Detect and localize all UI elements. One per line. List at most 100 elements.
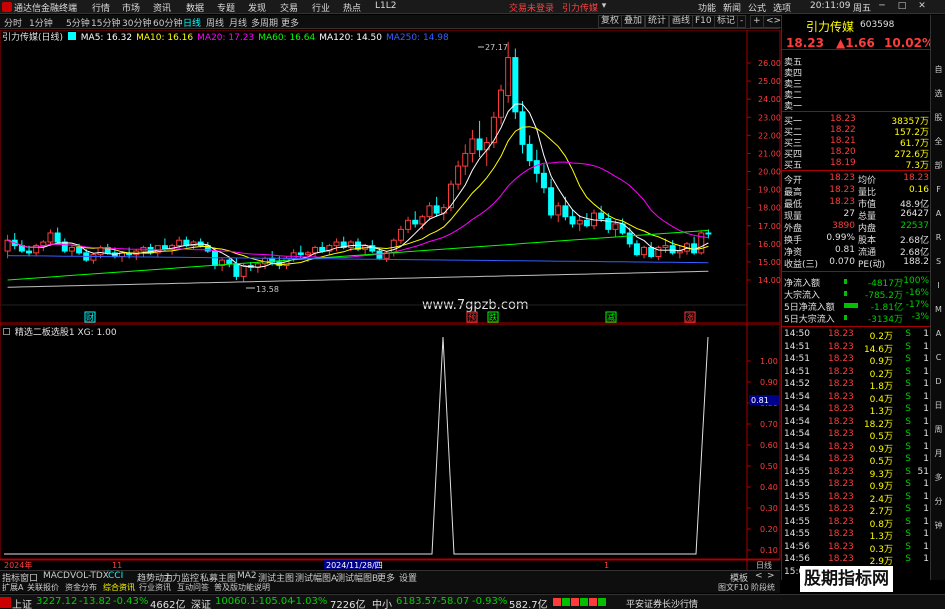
minimize-icon[interactable]: ─ bbox=[876, 1, 888, 12]
menu-news-right[interactable]: 新闻 bbox=[723, 1, 741, 14]
menu-news[interactable]: 资讯 bbox=[153, 1, 171, 14]
zoom-in-button[interactable]: + bbox=[750, 15, 764, 28]
extension-tab[interactable]: 关联报价 bbox=[27, 582, 59, 593]
candle-body bbox=[469, 138, 476, 154]
indicator-tab[interactable]: CCI bbox=[108, 571, 123, 581]
candle-body bbox=[319, 246, 326, 252]
flow-pct: -100% bbox=[900, 276, 929, 286]
indicator-tab[interactable]: MACD bbox=[43, 571, 70, 581]
index-name[interactable]: 中小 bbox=[372, 596, 392, 609]
close-icon[interactable]: ✕ bbox=[916, 1, 928, 12]
overlay-button[interactable]: 叠加 bbox=[621, 15, 646, 28]
menu-industry[interactable]: 行业 bbox=[312, 1, 330, 14]
extension-tab[interactable]: 扩展A bbox=[2, 582, 23, 593]
side-tab[interactable]: 月 bbox=[933, 449, 944, 459]
period-toolbar: 分时 1分钟 5分钟 15分钟 30分钟 60分钟 日线 周线 月线 多周期 更… bbox=[0, 15, 785, 29]
period-tab[interactable]: 5分钟 bbox=[66, 16, 90, 29]
title-bar: 通达信金融终端 行情 市场 资讯 数据 专题 发现 交易 行业 热点 L1L2 … bbox=[0, 0, 945, 14]
candle-body bbox=[90, 254, 97, 261]
side-tab[interactable]: 分 bbox=[933, 497, 944, 507]
index-amount: 582.7亿 bbox=[509, 600, 548, 609]
side-tab[interactable]: R bbox=[933, 233, 944, 243]
period-tab[interactable]: 30分钟 bbox=[122, 16, 151, 29]
menu-function[interactable]: 功能 bbox=[698, 1, 716, 14]
indicator-tab[interactable]: VOL-TDX bbox=[70, 571, 109, 581]
menu-market[interactable]: 市场 bbox=[122, 1, 140, 14]
side-tab[interactable]: 全 bbox=[933, 137, 944, 147]
indicator-tab[interactable]: MA2 bbox=[237, 571, 257, 581]
period-tab[interactable]: 分时 bbox=[4, 16, 22, 29]
index-name[interactable]: 深证 bbox=[191, 596, 211, 609]
template-tab[interactable]: > bbox=[767, 571, 775, 581]
draw-button[interactable]: 画线 bbox=[669, 15, 694, 28]
extension-tab[interactable]: 资金分布 bbox=[65, 582, 97, 593]
side-tab[interactable]: 多 bbox=[933, 473, 944, 483]
kline-chart[interactable]: 26.00 25.00 24.00 23.00 22.00 21.00 20.00 19.00… bbox=[0, 30, 781, 324]
period-tab[interactable]: 15分钟 bbox=[91, 16, 120, 29]
index-name[interactable]: 上证 bbox=[12, 596, 32, 609]
stat-value: 0.99% bbox=[826, 233, 855, 243]
f10-button[interactable]: F10 bbox=[692, 15, 715, 28]
indicator-settings-icon[interactable] bbox=[3, 328, 10, 335]
main-chart-frame bbox=[0, 30, 781, 324]
indicator-axis-tick: 0.30 bbox=[760, 504, 778, 513]
extension-tab[interactable]: 互动问答 bbox=[177, 582, 209, 593]
flow-pct: -16% bbox=[905, 288, 929, 298]
extension-tab-right[interactable]: 图文F10 bbox=[718, 582, 749, 593]
extension-tab[interactable]: 综合资讯 bbox=[103, 582, 135, 593]
dropdown-icon[interactable]: ▾ bbox=[598, 1, 610, 12]
extension-tab[interactable]: 普及版功能说明 bbox=[214, 582, 270, 593]
side-tab[interactable]: 周 bbox=[933, 425, 944, 435]
period-tab[interactable]: 60分钟 bbox=[153, 16, 182, 29]
period-tab[interactable]: 月线 bbox=[229, 16, 247, 29]
period-tab-more[interactable]: 更多 bbox=[281, 16, 299, 29]
side-tab[interactable]: 自 bbox=[933, 65, 944, 75]
side-tab[interactable]: S bbox=[933, 257, 944, 267]
tick-side: S bbox=[905, 479, 911, 489]
side-tab[interactable]: 股 bbox=[933, 113, 944, 123]
period-tab[interactable]: 周线 bbox=[206, 16, 224, 29]
stats-button[interactable]: 统计 bbox=[645, 15, 670, 28]
menu-trade[interactable]: 交易 bbox=[280, 1, 298, 14]
side-tab[interactable]: 部 bbox=[933, 161, 944, 171]
zoom-out-button[interactable]: - bbox=[737, 15, 747, 28]
menu-hot[interactable]: 热点 bbox=[343, 1, 361, 14]
extension-tab[interactable]: 行业资讯 bbox=[139, 582, 171, 593]
side-tab[interactable]: C bbox=[933, 353, 944, 363]
candle-body bbox=[562, 205, 569, 218]
side-tab[interactable]: I bbox=[933, 281, 944, 291]
side-tab-bar: 自选股全部 F A R S I M A C D 日周月多分钟 bbox=[930, 15, 945, 580]
tick-time: 14:54 bbox=[784, 429, 810, 439]
candle-body bbox=[569, 216, 576, 225]
menu-formula[interactable]: 公式 bbox=[748, 1, 766, 14]
menu-topics[interactable]: 专题 bbox=[217, 1, 235, 14]
side-tab[interactable]: F bbox=[933, 185, 944, 195]
template-tab[interactable]: < bbox=[755, 571, 763, 581]
indicator-chart[interactable]: 1.000.900.800.700.600.500.400.300.200.10… bbox=[0, 324, 781, 571]
indicator-tab-bar: 指标 窗口 MACD VOL-TDX CCI 趋势动力 主力监控 私募主图 MA2 测试主图 测试幅… bbox=[0, 570, 780, 584]
period-tab[interactable]: 多周期 bbox=[251, 16, 278, 29]
menu-options[interactable]: 选项 bbox=[773, 1, 791, 14]
side-tab[interactable]: M bbox=[933, 305, 944, 315]
menu-data[interactable]: 数据 bbox=[186, 1, 204, 14]
side-tab[interactable]: 选 bbox=[933, 89, 944, 99]
side-tab[interactable]: 钟 bbox=[933, 521, 944, 531]
candle-body bbox=[76, 246, 83, 254]
side-tab[interactable]: D bbox=[933, 377, 944, 387]
tick-volume: 2.7万 bbox=[869, 507, 893, 517]
maximize-icon[interactable]: □ bbox=[896, 1, 908, 12]
tick-side: S bbox=[905, 416, 911, 427]
period-tab[interactable]: 1分钟 bbox=[29, 16, 53, 29]
side-tab[interactable]: 日 bbox=[933, 401, 944, 411]
mark-button[interactable]: 标记 bbox=[714, 15, 739, 28]
period-tab-active[interactable]: 日线 bbox=[183, 16, 201, 29]
tick-volume: 0.5万 bbox=[869, 432, 893, 442]
side-tab[interactable]: A bbox=[933, 329, 944, 339]
menu-quotes[interactable]: 行情 bbox=[92, 1, 110, 14]
side-tab[interactable]: A bbox=[933, 209, 944, 219]
menu-l1l2[interactable]: L1L2 bbox=[375, 1, 396, 11]
legend-toggle-icon[interactable] bbox=[67, 32, 76, 40]
menu-discover[interactable]: 发现 bbox=[248, 1, 266, 14]
trade-login-status[interactable]: 交易未登录 bbox=[509, 1, 554, 14]
adjust-button[interactable]: 复权 bbox=[598, 15, 623, 28]
